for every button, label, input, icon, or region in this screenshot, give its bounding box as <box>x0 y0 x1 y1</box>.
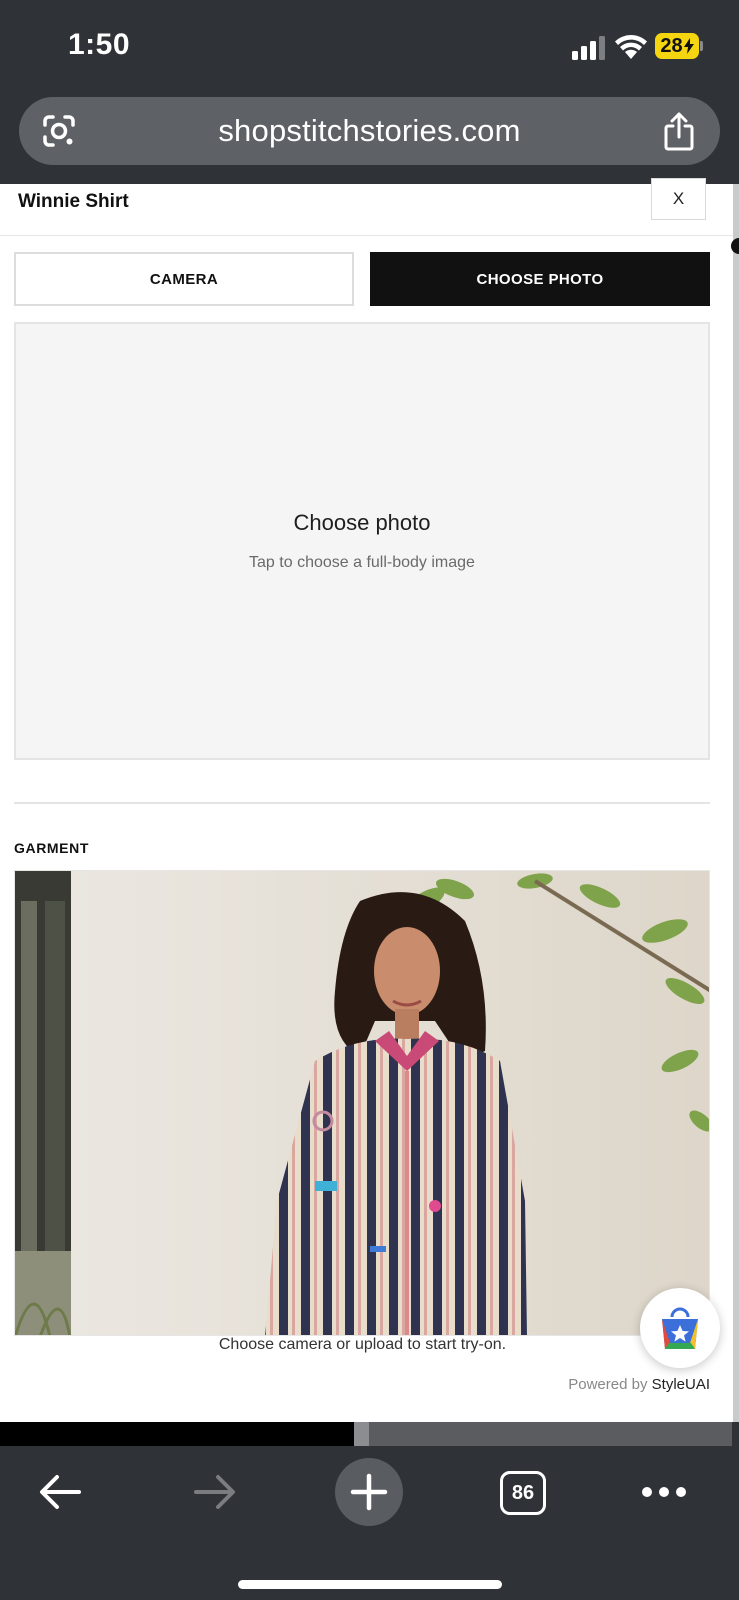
shopping-bag-star-icon <box>662 1307 698 1349</box>
tab-choose-photo[interactable]: CHOOSE PHOTO <box>370 252 710 306</box>
signal-icon <box>572 36 605 60</box>
wifi-icon <box>615 35 647 59</box>
more-dots-icon[interactable] <box>641 1484 687 1500</box>
powered-brand-link[interactable]: StyleUAI <box>652 1376 710 1393</box>
home-indicator <box>238 1580 502 1589</box>
tab-camera[interactable]: CAMERA <box>14 252 354 306</box>
tab-switcher-icon[interactable]: 86 <box>500 1471 546 1515</box>
try-on-modal: Winnie Shirt X CAMERA CHOOSE PHOTO Choos… <box>0 178 733 1422</box>
battery-level: 28 <box>660 34 683 57</box>
hint-text: Choose camera or upload to start try-on. <box>218 1336 507 1353</box>
page-bottom-gap <box>354 1422 369 1446</box>
battery-tip <box>700 41 703 51</box>
garment-label: GARMENT <box>14 840 89 856</box>
url-text[interactable]: shopstitchstories.com <box>19 113 720 149</box>
address-bar[interactable]: shopstitchstories.com <box>19 97 720 165</box>
status-time: 1:50 <box>68 28 131 61</box>
battery-charging-icon: 28 <box>655 33 699 59</box>
garment-image <box>14 870 710 1336</box>
powered-prefix: Powered by <box>568 1376 648 1393</box>
page-bottom-strip <box>0 1422 354 1446</box>
browser-toolbar: 86 <box>0 1446 739 1600</box>
page-bottom-strip-right <box>369 1422 732 1446</box>
photo-upload-area[interactable]: Choose photo Tap to choose a full-body i… <box>14 322 710 760</box>
garment-photo <box>15 871 709 1335</box>
new-tab-button[interactable] <box>335 1458 403 1526</box>
browser-address-area: shopstitchstories.com <box>0 92 739 184</box>
status-bar: 1:50 28 <box>0 0 739 92</box>
upload-subtitle: Tap to choose a full-body image <box>249 554 475 571</box>
section-divider <box>14 802 710 804</box>
shopping-assistant-button[interactable] <box>640 1288 720 1368</box>
back-arrow-icon[interactable] <box>37 1472 83 1512</box>
new-tab-plus-icon <box>350 1473 388 1511</box>
charging-bolt-icon <box>683 38 694 54</box>
forward-arrow-icon[interactable] <box>192 1472 238 1512</box>
share-icon[interactable] <box>662 111 696 151</box>
mode-tabs: CAMERA CHOOSE PHOTO <box>14 252 710 306</box>
modal-header: Winnie Shirt X <box>0 178 733 236</box>
close-button[interactable]: X <box>651 178 706 220</box>
powered-by: Powered by StyleUAI <box>568 1376 710 1393</box>
upload-title: Choose photo <box>293 510 431 535</box>
page-scroll-edge <box>733 184 739 1422</box>
modal-title: Winnie Shirt <box>18 191 129 212</box>
